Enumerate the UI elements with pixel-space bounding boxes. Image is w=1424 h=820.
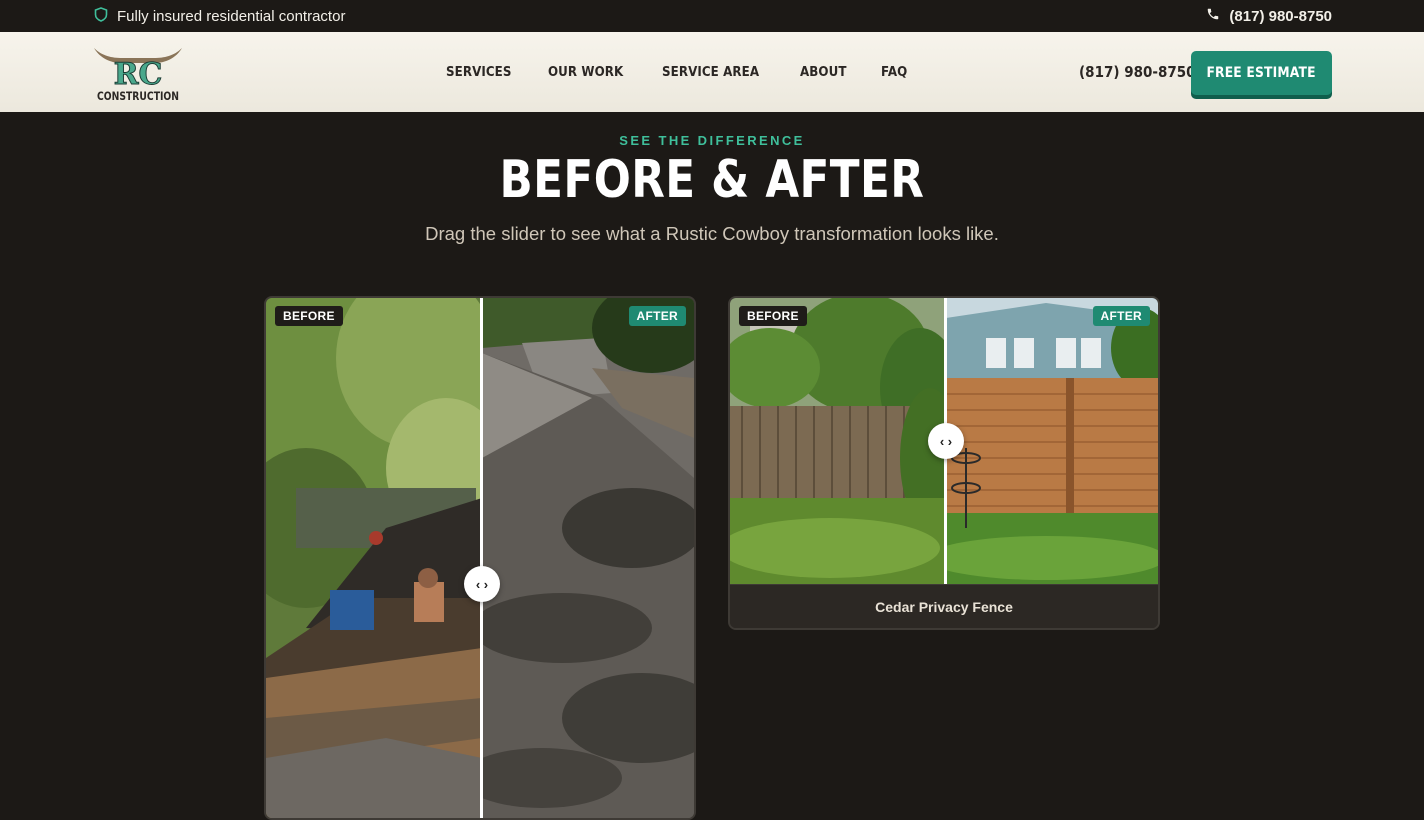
slider-handle-roof[interactable]: ‹ › <box>464 566 500 602</box>
before-badge: BEFORE <box>739 306 807 326</box>
main-nav: SERVICES OUR WORK SERVICE AREA ABOUT FAQ <box>446 32 911 112</box>
header-phone-link[interactable]: (817) 980-8750 <box>1079 32 1196 112</box>
free-estimate-button[interactable]: FREE ESTIMATE <box>1191 51 1332 95</box>
section-eyebrow: SEE THE DIFFERENCE <box>619 133 805 148</box>
after-badge: AFTER <box>628 306 686 326</box>
logo-construction-text: CONSTRUCTION <box>97 89 179 103</box>
phone-icon <box>1206 7 1220 25</box>
slider-divider-roof[interactable] <box>480 298 483 818</box>
section-subtitle: Drag the slider to see what a Rustic Cow… <box>425 223 999 244</box>
insured-notice: Fully insured residential contractor <box>94 0 345 32</box>
nav-service-area[interactable]: SERVICE AREA <box>662 64 759 80</box>
before-image-roof <box>266 298 482 818</box>
insured-text: Fully insured residential contractor <box>117 7 346 25</box>
nav-services[interactable]: SERVICES <box>446 64 512 80</box>
comparison-card-fence: ‹ › BEFORE AFTER Cedar Privacy Fence <box>728 296 1160 630</box>
chevron-left-right-icon: ‹ › <box>939 433 953 449</box>
before-image-fence <box>730 298 946 584</box>
free-estimate-label: FREE ESTIMATE <box>1206 65 1317 81</box>
section-title-text: BEFORE & AFTER <box>499 150 925 210</box>
comparison-caption: Cedar Privacy Fence <box>730 584 1158 628</box>
shield-icon <box>94 6 108 26</box>
comparison-card-roof: ‹ › BEFORE AFTER <box>264 296 696 820</box>
nav-faq[interactable]: FAQ <box>881 64 907 80</box>
top-bar: Fully insured residential contractor (81… <box>0 0 1424 32</box>
chevron-left-right-icon: ‹ › <box>475 576 489 592</box>
section-title: BEFORE & AFTER <box>0 150 1424 210</box>
after-image-fence <box>946 298 1158 584</box>
logo-rc-text: RC <box>114 57 163 92</box>
topbar-phone-link[interactable]: (817) 980-8750 <box>1206 0 1332 32</box>
after-badge: AFTER <box>1092 306 1150 326</box>
after-image-roof <box>482 298 694 818</box>
nav-about[interactable]: ABOUT <box>800 64 847 80</box>
nav-our-work[interactable]: OUR WORK <box>548 64 623 80</box>
logo[interactable]: RC CONSTRUCTION <box>92 44 184 104</box>
topbar-phone-text: (817) 980-8750 <box>1229 7 1332 25</box>
before-badge: BEFORE <box>275 306 343 326</box>
slider-handle-fence[interactable]: ‹ › <box>928 423 964 459</box>
